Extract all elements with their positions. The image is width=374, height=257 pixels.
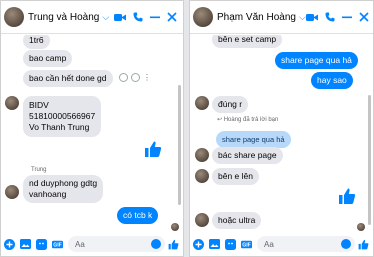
message-input[interactable]: Aa [257, 236, 355, 252]
image-icon[interactable] [209, 239, 220, 250]
like-send-icon[interactable] [358, 239, 369, 250]
like-icon [339, 188, 356, 204]
input-placeholder: Aa [264, 239, 274, 249]
chat-title[interactable]: Phạm Văn Hoàng [217, 12, 296, 23]
like-icon [145, 141, 162, 157]
message-bubble: 1tr6 [23, 35, 50, 49]
message-line: nd duyphong gdtg [29, 178, 98, 188]
sender-name: Trung [31, 167, 47, 173]
message-bubble-outgoing: có tcb k [117, 207, 159, 224]
message-bubble: bên e lên [212, 168, 259, 185]
sender-avatar[interactable] [5, 185, 19, 199]
reply-arrow-icon: ↩ [217, 117, 224, 123]
message-bubble: bác share page [212, 147, 283, 164]
input-placeholder: Aa [75, 239, 85, 249]
video-call-icon[interactable] [114, 13, 126, 22]
message-input[interactable]: Aa [68, 236, 165, 252]
add-icon[interactable] [193, 238, 204, 250]
message-actions: ⋮ [119, 73, 151, 82]
seen-avatar [171, 223, 179, 231]
composer: GIF Aa [190, 232, 373, 256]
phone-icon[interactable] [325, 12, 335, 22]
bank-account: 51810000566967 [29, 111, 96, 121]
minimize-icon[interactable] [150, 12, 160, 22]
message-line: vanhoang [29, 189, 67, 199]
seen-avatar [357, 223, 365, 231]
sender-avatar[interactable] [195, 148, 209, 162]
bank-name: BIDV [29, 100, 49, 110]
group-avatar[interactable] [4, 7, 24, 27]
message-bubble-outgoing: hay sao [311, 72, 353, 89]
close-icon[interactable] [359, 12, 369, 22]
chevron-down-icon[interactable]: ⌵ [102, 12, 109, 23]
bank-holder: Vo Thanh Trung [29, 122, 90, 132]
message-bubble: đúng r [212, 96, 249, 113]
gif-icon[interactable]: GIF [52, 239, 63, 250]
minimize-icon[interactable] [341, 12, 352, 22]
reply-note-text: Hoàng đã trả lời bạn [223, 117, 279, 123]
sender-avatar[interactable] [5, 96, 19, 110]
composer: GIF Aa [1, 232, 183, 256]
close-icon[interactable] [167, 12, 177, 22]
reply-note: ↩ Hoàng đã trả lời bạn [217, 116, 278, 123]
message-bubble: bao cần hết done gd [23, 70, 113, 87]
scrollbar[interactable] [178, 85, 181, 205]
reply-quote: share page qua hả [216, 131, 291, 148]
message-bubble: bên e set camp [212, 35, 283, 48]
chevron-down-icon[interactable]: ⌵ [299, 12, 306, 23]
chat-window-trung-hoang: Trung và Hoàng ⌵ 1tr6 bao camp bao cần h… [0, 0, 184, 257]
message-bubble: nd duyphong gdtg vanhoang [23, 175, 104, 203]
chat-title[interactable]: Trung và Hoàng [28, 12, 99, 23]
sender-avatar[interactable] [195, 213, 209, 227]
sender-avatar[interactable] [195, 169, 209, 183]
svg-text:GIF: GIF [53, 242, 61, 248]
scrollbar[interactable] [368, 95, 371, 225]
message-bubble: bao camp [23, 50, 73, 67]
chat-window-pham-van-hoang: Phạm Văn Hoàng ⌵ bên e set camp share pa… [189, 0, 374, 257]
more-options-icon[interactable]: ⋮ [143, 73, 151, 82]
image-icon[interactable] [20, 239, 31, 250]
message-bubble: hoặc ultra [212, 212, 262, 229]
video-call-icon[interactable] [305, 13, 318, 22]
sticker-icon[interactable] [225, 238, 236, 250]
chat-header: Trung và Hoàng ⌵ [1, 1, 183, 34]
sticker-icon[interactable] [36, 238, 47, 250]
message-bubble-outgoing: share page qua hả [275, 52, 358, 69]
reply-icon[interactable] [131, 73, 140, 82]
svg-text:GIF: GIF [242, 242, 250, 248]
message-list[interactable]: bên e set camp share page qua hả hay sao… [190, 35, 373, 232]
contact-avatar[interactable] [193, 7, 213, 27]
gif-icon[interactable]: GIF [241, 239, 252, 250]
chat-header: Phạm Văn Hoàng ⌵ [190, 1, 373, 34]
message-list[interactable]: 1tr6 bao camp bao cần hết done gd ⋮ BIDV… [1, 35, 183, 232]
emoji-icon[interactable] [341, 239, 351, 249]
emoji-icon[interactable] [151, 239, 161, 249]
like-send-icon[interactable] [168, 239, 179, 250]
message-bubble-bank: BIDV 51810000566967 Vo Thanh Trung [23, 96, 102, 137]
react-emoji-icon[interactable] [119, 73, 128, 82]
add-icon[interactable] [4, 238, 15, 250]
sender-avatar[interactable] [195, 96, 209, 110]
phone-icon[interactable] [133, 12, 143, 22]
